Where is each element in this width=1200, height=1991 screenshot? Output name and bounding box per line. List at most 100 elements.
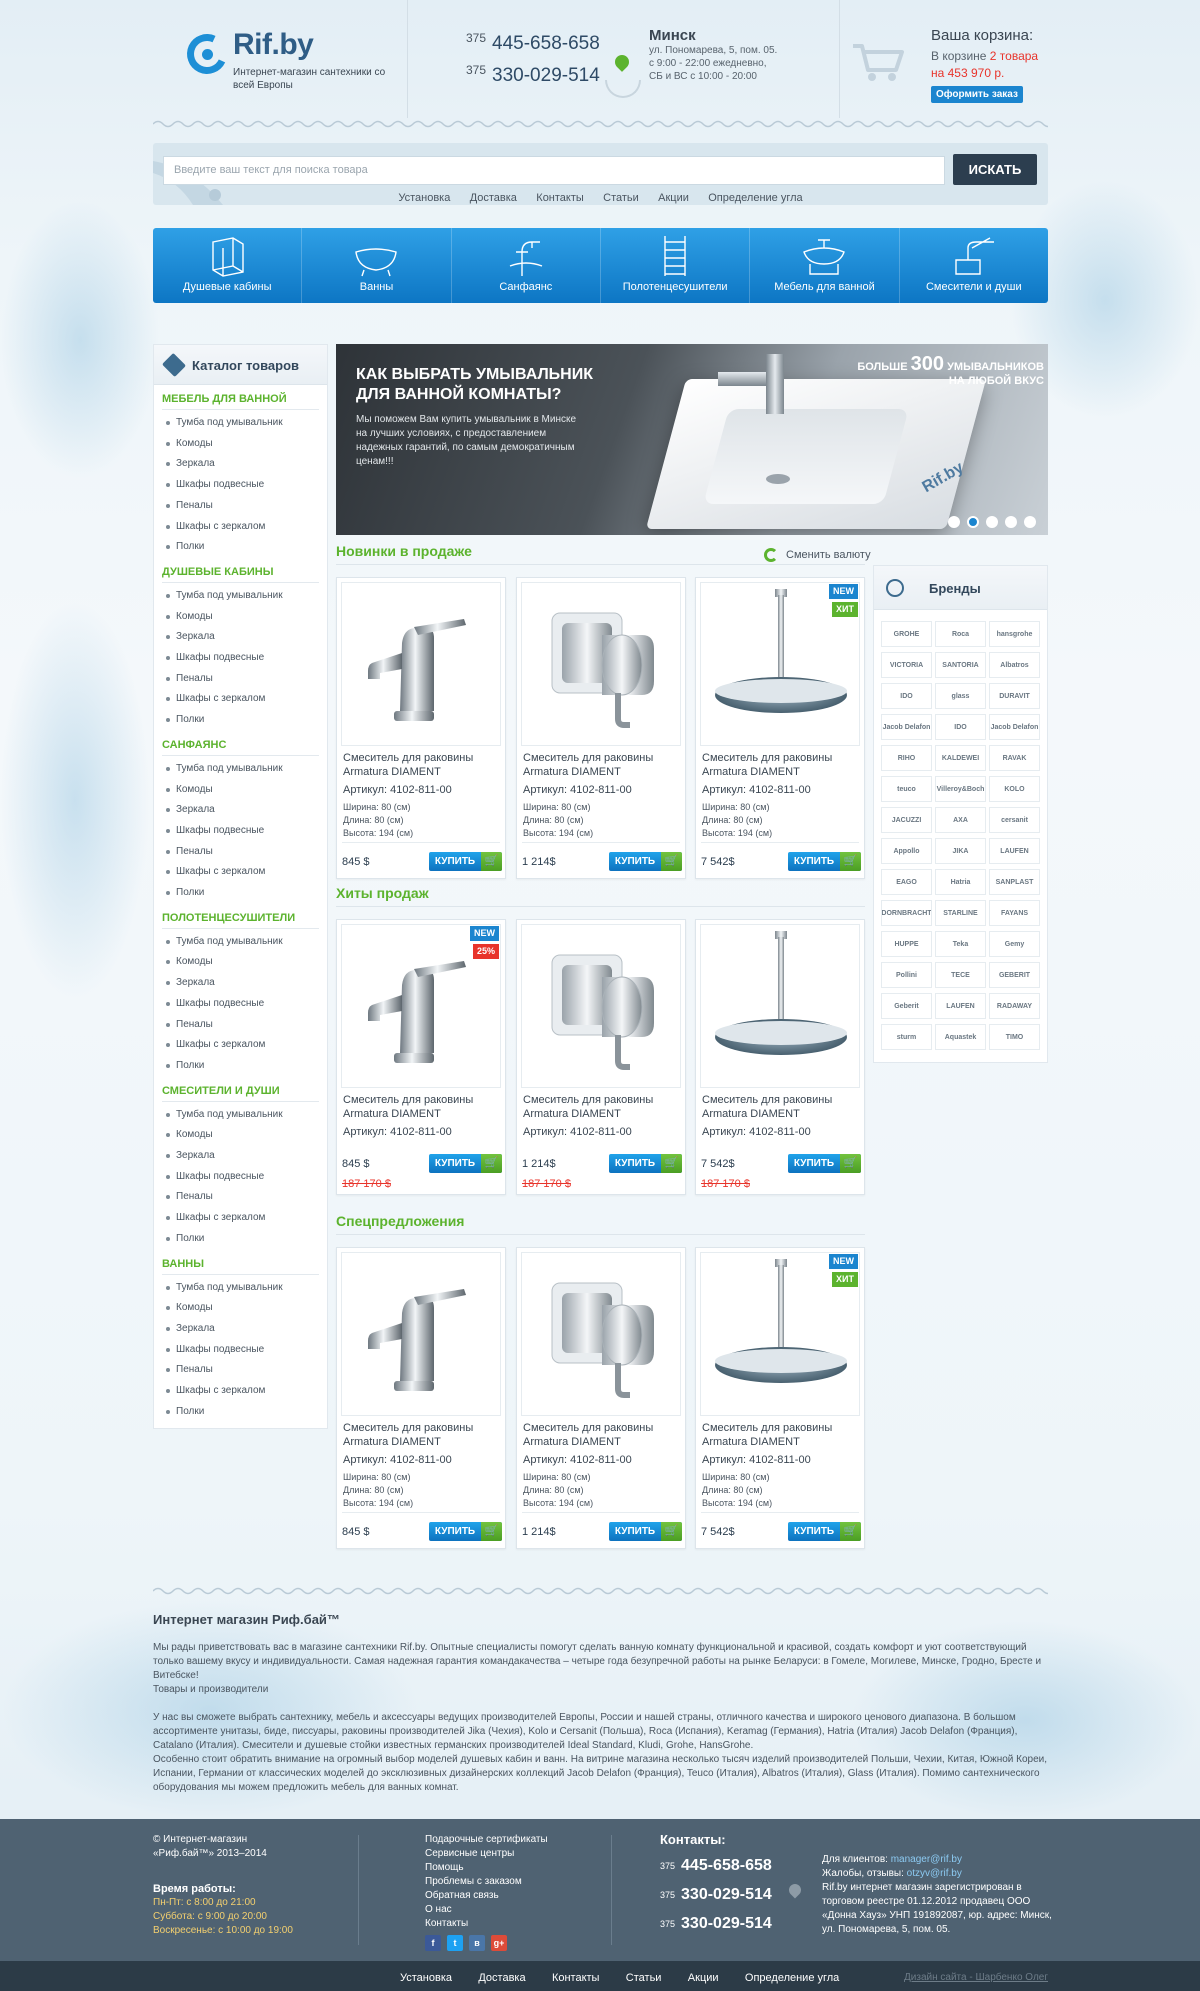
- catalog-item[interactable]: Тумба под умывальник: [166, 590, 283, 601]
- catalog-item[interactable]: Шкафы с зеркалом: [165, 521, 265, 532]
- complaints-email-link[interactable]: otzyv@rif.by: [907, 1868, 962, 1879]
- catalog-item[interactable]: Полки: [165, 1060, 204, 1071]
- catalog-item[interactable]: Полки: [165, 1233, 204, 1244]
- brand-logo[interactable]: Hatria: [935, 869, 986, 895]
- catalog-item[interactable]: Шкафы с зеркалом: [165, 1212, 265, 1223]
- buy-button[interactable]: КУПИТЬ 🛒: [609, 852, 682, 871]
- brand-logo[interactable]: SANTORIA: [935, 652, 986, 678]
- product-photo[interactable]: [700, 924, 860, 1088]
- product-name[interactable]: Смеситель для раковины Armatura DIAMENT: [702, 751, 862, 779]
- catalog-item[interactable]: Комоды: [166, 956, 213, 967]
- category-shower-cabins[interactable]: Душевые кабины: [153, 228, 303, 303]
- catalog-item[interactable]: Тумба под умывальник: [166, 1282, 283, 1293]
- top-nav-link[interactable]: Контакты: [536, 192, 584, 204]
- brand-logo[interactable]: LAUFEN: [989, 838, 1040, 864]
- brand-logo[interactable]: GROHE: [881, 621, 932, 647]
- brand-logo[interactable]: Teka: [935, 931, 986, 957]
- catalog-item[interactable]: Полки: [165, 714, 204, 725]
- buy-button[interactable]: КУПИТЬ 🛒: [429, 852, 502, 871]
- brand-logo[interactable]: Jacob Delafon: [881, 714, 932, 740]
- catalog-item[interactable]: Пеналы: [166, 1364, 213, 1375]
- brand-logo[interactable]: TIMO: [989, 1024, 1040, 1050]
- brand-logo[interactable]: Albatros: [989, 652, 1040, 678]
- top-nav-link[interactable]: Акции: [658, 192, 689, 204]
- catalog-item[interactable]: Шкафы подвесные: [165, 998, 264, 1009]
- catalog-item[interactable]: Зеркала: [166, 631, 215, 642]
- catalog-group-title[interactable]: ДУШЕВЫЕ КАБИНЫ: [162, 566, 274, 578]
- brand-logo[interactable]: SANPLAST: [989, 869, 1040, 895]
- catalog-item[interactable]: Шкафы подвесные: [165, 479, 264, 490]
- catalog-item[interactable]: Тумба под умывальник: [166, 417, 283, 428]
- footer-link[interactable]: Обратная связь: [425, 1889, 595, 1903]
- product-name[interactable]: Смеситель для раковины Armatura DIAMENT: [343, 1093, 503, 1121]
- bottom-nav-link[interactable]: Статьи: [626, 1972, 662, 1984]
- brand-logo[interactable]: RADAWAY: [989, 993, 1040, 1019]
- catalog-item[interactable]: Тумба под умывальник: [166, 1109, 283, 1120]
- brand-logo[interactable]: Aquastek: [935, 1024, 986, 1050]
- product-photo[interactable]: [341, 582, 501, 746]
- footer-link[interactable]: Контакты: [425, 1917, 595, 1931]
- twitter-icon[interactable]: t: [447, 1935, 463, 1951]
- refresh-icon[interactable]: [764, 548, 778, 562]
- product-photo[interactable]: [521, 924, 681, 1088]
- product-card[interactable]: Смеситель для раковины Armatura DIAMENT А…: [516, 1247, 686, 1549]
- catalog-item[interactable]: Шкафы с зеркалом: [165, 1385, 265, 1396]
- product-card[interactable]: Смеситель для раковины Armatura DIAMENT А…: [516, 577, 686, 879]
- catalog-item[interactable]: Шкафы подвесные: [165, 1344, 264, 1355]
- catalog-item[interactable]: Полки: [165, 1406, 204, 1417]
- catalog-item[interactable]: Комоды: [166, 1129, 213, 1140]
- buy-button[interactable]: КУПИТЬ 🛒: [429, 1522, 502, 1541]
- slider-dot[interactable]: [967, 516, 979, 528]
- brand-logo[interactable]: KOLO: [989, 776, 1040, 802]
- catalog-group-title[interactable]: МЕБЕЛЬ ДЛЯ ВАННОЙ: [162, 393, 287, 405]
- slider-dot[interactable]: [1005, 516, 1017, 528]
- top-nav-link[interactable]: Статьи: [603, 192, 639, 204]
- brand-logo[interactable]: Jacob Delafon: [989, 714, 1040, 740]
- catalog-item[interactable]: Зеркала: [166, 804, 215, 815]
- promo-banner[interactable]: КАК ВЫБРАТЬ УМЫВАЛЬНИК ДЛЯ ВАННОЙ КОМНАТ…: [336, 344, 1048, 535]
- catalog-item[interactable]: Полки: [165, 887, 204, 898]
- brand-logo[interactable]: Pollini: [881, 962, 932, 988]
- brand-logo[interactable]: DURAVIT: [989, 683, 1040, 709]
- footer-link[interactable]: О нас: [425, 1903, 595, 1917]
- catalog-item[interactable]: Комоды: [166, 438, 213, 449]
- brand-logo[interactable]: AXA: [935, 807, 986, 833]
- checkout-button[interactable]: Оформить заказ: [931, 86, 1023, 103]
- buy-button[interactable]: КУПИТЬ 🛒: [788, 1154, 861, 1173]
- brand-logo[interactable]: GEBERIT: [989, 962, 1040, 988]
- designer-credit[interactable]: Дизайн сайта - Шарбенко Олег: [904, 1972, 1048, 1983]
- category-sanitary[interactable]: Санфаянс: [452, 228, 601, 303]
- catalog-group-title[interactable]: СМЕСИТЕЛИ И ДУШИ: [162, 1085, 280, 1097]
- slider-dot[interactable]: [986, 516, 998, 528]
- clients-email-link[interactable]: manager@rif.by: [891, 1854, 962, 1865]
- top-nav-link[interactable]: Установка: [398, 192, 450, 204]
- catalog-item[interactable]: Пеналы: [166, 673, 213, 684]
- product-name[interactable]: Смеситель для раковины Armatura DIAMENT: [343, 1421, 503, 1449]
- brand-logo[interactable]: RAVAK: [989, 745, 1040, 771]
- catalog-item[interactable]: Шкафы с зеркалом: [165, 1039, 265, 1050]
- catalog-item[interactable]: Тумба под умывальник: [166, 936, 283, 947]
- product-name[interactable]: Смеситель для раковины Armatura DIAMENT: [343, 751, 503, 779]
- catalog-item[interactable]: Тумба под умывальник: [166, 763, 283, 774]
- product-card[interactable]: Смеситель для раковины Armatura DIAMENT А…: [695, 919, 865, 1195]
- brand-logo[interactable]: Roca: [935, 621, 986, 647]
- top-nav-link[interactable]: Определение угла: [708, 192, 802, 204]
- brand-logo[interactable]: FAYANS: [989, 900, 1040, 926]
- category-bathroom-furniture[interactable]: Мебель для ванной: [750, 228, 900, 303]
- brand-logo[interactable]: teuco: [881, 776, 932, 802]
- catalog-item[interactable]: Зеркала: [166, 458, 215, 469]
- product-card[interactable]: Смеситель для раковины Armatura DIAMENT А…: [695, 577, 865, 879]
- catalog-item[interactable]: Шкафы с зеркалом: [165, 866, 265, 877]
- header-phone[interactable]: 375 330-029-514: [466, 63, 600, 97]
- buy-button[interactable]: КУПИТЬ 🛒: [788, 852, 861, 871]
- catalog-item[interactable]: Пеналы: [166, 1191, 213, 1202]
- catalog-item[interactable]: Шкафы подвесные: [165, 1171, 264, 1182]
- footer-link[interactable]: Проблемы с заказом: [425, 1875, 595, 1889]
- brand-logo[interactable]: Gemy: [989, 931, 1040, 957]
- brand-logo[interactable]: Appollo: [881, 838, 932, 864]
- bottom-nav-link[interactable]: Контакты: [552, 1972, 600, 1984]
- footer-phone[interactable]: 375 330-029-514: [660, 1916, 820, 1946]
- catalog-item[interactable]: Комоды: [166, 611, 213, 622]
- catalog-item[interactable]: Зеркала: [166, 977, 215, 988]
- shopping-cart-icon[interactable]: [851, 40, 905, 82]
